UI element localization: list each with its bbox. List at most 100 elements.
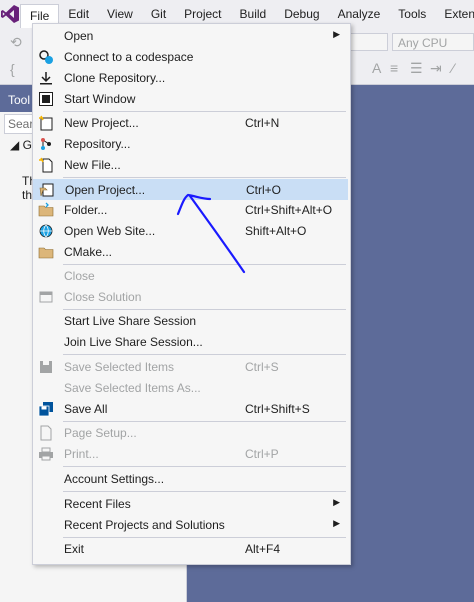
- menu-separator: [63, 309, 346, 310]
- save-all-icon: [38, 401, 54, 417]
- menu-item-label: Repository...: [64, 137, 131, 151]
- menu-git[interactable]: Git: [142, 3, 175, 25]
- align-icon[interactable]: ≡: [390, 60, 398, 76]
- menu-item-label: Recent Files: [64, 497, 131, 511]
- menu-item-shortcut: Ctrl+P: [245, 447, 279, 461]
- menu-item-label: Save Selected Items As...: [64, 381, 201, 395]
- menu-separator: [63, 466, 346, 467]
- menu-item-label: Account Settings...: [64, 472, 165, 486]
- menu-separator: [63, 491, 346, 492]
- menu-separator: [63, 421, 346, 422]
- menu-item-label: Open Web Site...: [64, 224, 156, 238]
- save-icon: [38, 359, 54, 375]
- menu-item-shortcut: Ctrl+S: [245, 360, 279, 374]
- menu-build[interactable]: Build: [231, 3, 276, 25]
- menu-item-start-window[interactable]: Start Window: [33, 89, 348, 110]
- menu-item-recent-files[interactable]: Recent Files ▶: [33, 494, 348, 515]
- repository-icon: [38, 136, 54, 152]
- clone-icon: [38, 70, 54, 86]
- menu-item-recent-projects[interactable]: Recent Projects and Solutions ▶: [33, 515, 348, 536]
- menu-item-shortcut: Alt+F4: [245, 542, 281, 556]
- close-solution-icon: [38, 289, 54, 305]
- menu-debug[interactable]: Debug: [275, 3, 328, 25]
- menu-item-exit[interactable]: Exit Alt+F4: [33, 539, 348, 560]
- menu-item-new-file[interactable]: New File...: [33, 155, 348, 176]
- menu-separator: [63, 111, 346, 112]
- menu-item-label: Start Live Share Session: [64, 314, 197, 328]
- menu-item-open[interactable]: Open ▶: [33, 26, 348, 47]
- menu-item-label: Close: [64, 269, 95, 283]
- cmake-icon: [38, 244, 54, 260]
- menu-item-label: Page Setup...: [64, 426, 137, 440]
- web-site-icon: [38, 223, 54, 239]
- font-a-icon[interactable]: A: [372, 60, 381, 76]
- menu-edit[interactable]: Edit: [59, 3, 98, 25]
- menu-item-label: Folder...: [64, 203, 108, 217]
- menu-item-new-project[interactable]: New Project... Ctrl+N: [33, 113, 348, 134]
- new-project-icon: [38, 115, 54, 131]
- menu-analyze[interactable]: Analyze: [329, 3, 390, 25]
- menu-item-save-selected-as: Save Selected Items As...: [33, 378, 348, 399]
- menu-item-label: New File...: [64, 158, 121, 172]
- open-project-icon: [39, 182, 55, 198]
- menu-separator: [63, 264, 346, 265]
- configuration-dropdown[interactable]: [350, 33, 388, 51]
- menu-item-close: Close: [33, 266, 348, 287]
- menu-item-join-live-share[interactable]: Join Live Share Session...: [33, 332, 348, 353]
- menu-item-save-selected: Save Selected Items Ctrl+S: [33, 357, 348, 378]
- menu-item-label: Open Project...: [65, 183, 146, 197]
- menu-separator: [63, 177, 346, 178]
- menu-item-label: Start Window: [64, 92, 136, 106]
- menu-item-label: Save All: [64, 402, 108, 416]
- menu-item-close-solution: Close Solution: [33, 287, 348, 308]
- menu-item-save-all[interactable]: Save All Ctrl+Shift+S: [33, 399, 348, 420]
- menu-item-label: Join Live Share Session...: [64, 335, 203, 349]
- menu-item-label: Connect to a codespace: [64, 50, 194, 64]
- start-window-icon: [38, 91, 54, 107]
- menu-item-print: Print... Ctrl+P: [33, 444, 348, 465]
- menu-separator: [63, 354, 346, 355]
- menu-item-cmake[interactable]: CMake...: [33, 242, 348, 263]
- file-menu-dropdown: Open ▶ Connect to a codespace Clone Repo…: [32, 23, 351, 565]
- menu-view[interactable]: View: [98, 3, 142, 25]
- menu-item-shortcut: Shift+Alt+O: [245, 224, 307, 238]
- brace-icon[interactable]: {: [10, 61, 15, 77]
- new-file-icon: [38, 157, 54, 173]
- menu-item-account-settings[interactable]: Account Settings...: [33, 469, 348, 490]
- folder-icon: [38, 202, 54, 218]
- platform-select[interactable]: Any CPU: [392, 33, 474, 51]
- visual-studio-logo-icon[interactable]: [0, 0, 20, 28]
- submenu-arrow-icon: ▶: [333, 497, 340, 507]
- list-icon[interactable]: ☰: [410, 60, 423, 77]
- menu-item-shortcut: Ctrl+O: [246, 183, 282, 197]
- menu-item-shortcut: Ctrl+Shift+Alt+O: [245, 203, 333, 217]
- indent-icon[interactable]: ⇥: [430, 60, 442, 77]
- page-setup-icon: [38, 425, 54, 441]
- print-icon: [38, 446, 54, 462]
- menu-item-connect-codespace[interactable]: Connect to a codespace: [33, 47, 348, 68]
- submenu-arrow-icon: ▶: [333, 518, 340, 528]
- comment-icon[interactable]: ⁄: [452, 60, 454, 76]
- menu-item-page-setup: Page Setup...: [33, 423, 348, 444]
- menu-item-folder[interactable]: Folder... Ctrl+Shift+Alt+O: [33, 200, 348, 221]
- codespace-icon: [38, 49, 54, 65]
- menu-item-shortcut: Ctrl+N: [245, 116, 280, 130]
- menu-item-start-live-share[interactable]: Start Live Share Session: [33, 311, 348, 332]
- menu-item-shortcut: Ctrl+Shift+S: [245, 402, 310, 416]
- menu-extensions[interactable]: Extensi: [435, 3, 474, 25]
- menu-item-label: Clone Repository...: [64, 71, 166, 85]
- menu-item-label: New Project...: [64, 116, 139, 130]
- menu-separator: [63, 537, 346, 538]
- menu-item-label: CMake...: [64, 245, 113, 259]
- menu-item-label: Print...: [64, 447, 99, 461]
- menu-tools[interactable]: Tools: [389, 3, 435, 25]
- menu-item-open-project[interactable]: Open Project... Ctrl+O: [33, 179, 348, 200]
- menu-item-clone-repository[interactable]: Clone Repository...: [33, 68, 348, 89]
- menu-item-open-web-site[interactable]: Open Web Site... Shift+Alt+O: [33, 221, 348, 242]
- menu-item-repository[interactable]: Repository...: [33, 134, 348, 155]
- back-icon[interactable]: ⟲: [10, 34, 22, 51]
- menu-item-label: Close Solution: [64, 290, 142, 304]
- menu-item-label: Save Selected Items: [64, 360, 175, 374]
- menu-item-label: Exit: [64, 542, 85, 556]
- menu-project[interactable]: Project: [175, 3, 230, 25]
